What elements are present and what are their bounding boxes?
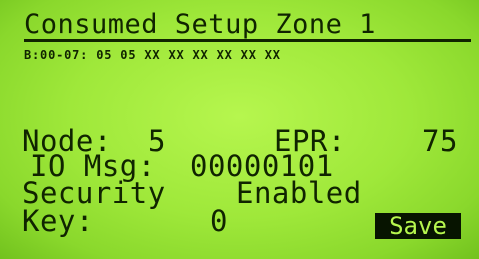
security-value[interactable]: Enabled <box>236 178 362 208</box>
bytes-line: B:00-07: 05 05 XX XX XX XX XX XX <box>24 48 281 62</box>
key-value[interactable]: 0 <box>210 206 228 236</box>
title-underline <box>24 39 471 42</box>
title-row: Consumed Setup Zone 1 <box>0 10 479 40</box>
lcd-screen: Consumed Setup Zone 1 B:00-07: 05 05 XX … <box>0 0 479 259</box>
screen-title: Consumed Setup Zone 1 <box>24 9 376 40</box>
save-button[interactable]: Save <box>375 213 461 239</box>
key-label: Key: <box>22 204 94 238</box>
bytes-row: B:00-07: 05 05 XX XX XX XX XX XX <box>0 45 479 65</box>
